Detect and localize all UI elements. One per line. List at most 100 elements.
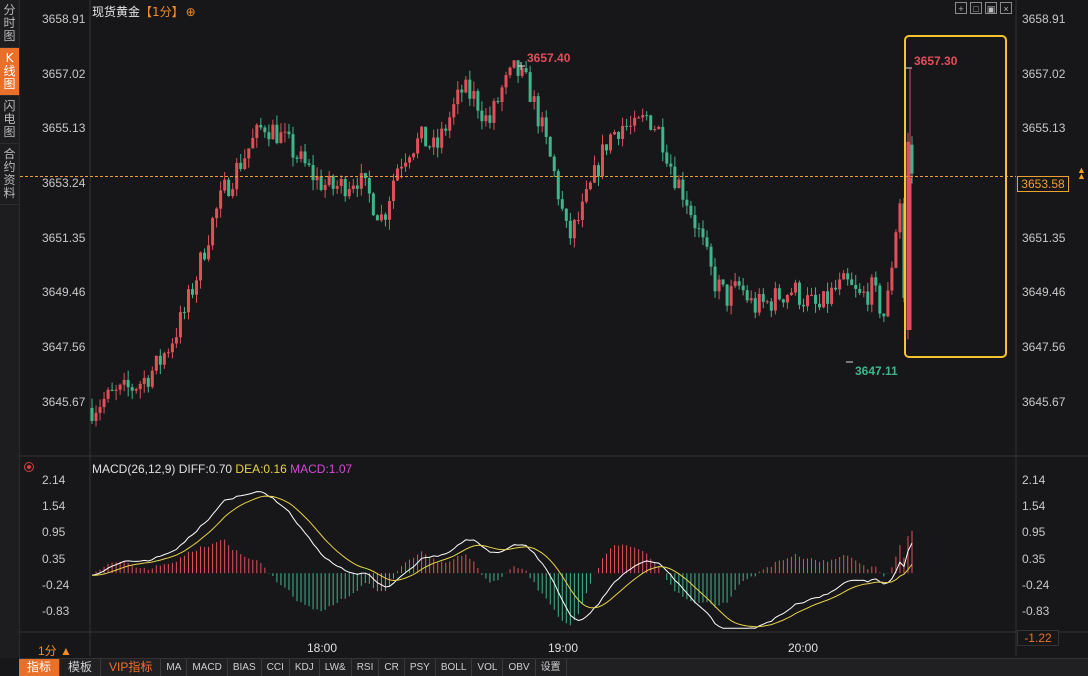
candle bbox=[894, 232, 898, 268]
candle bbox=[480, 110, 484, 122]
candle bbox=[158, 355, 162, 365]
indicator-tab-macd[interactable]: MACD bbox=[187, 659, 228, 676]
indicator-tab-boll[interactable]: BOLL bbox=[436, 659, 473, 676]
candle bbox=[697, 228, 701, 230]
indicator-tab-cr[interactable]: CR bbox=[379, 659, 405, 676]
candle bbox=[190, 289, 194, 295]
indicator-tab-bias[interactable]: BIAS bbox=[228, 659, 262, 676]
candle bbox=[838, 279, 842, 290]
indicator-tab-cci[interactable]: CCI bbox=[262, 659, 290, 676]
macd-value: MACD:1.07 bbox=[290, 462, 353, 476]
candle bbox=[170, 343, 174, 353]
candle bbox=[733, 281, 737, 287]
candle bbox=[207, 245, 211, 260]
indicator-tab-rsi[interactable]: RSI bbox=[352, 659, 380, 676]
candle bbox=[335, 185, 339, 189]
candle bbox=[673, 166, 677, 189]
high-price-label: 3657.40 bbox=[527, 51, 571, 65]
candle bbox=[444, 128, 448, 131]
candle bbox=[299, 151, 303, 159]
macd-axis-label-right: -0.24 bbox=[1022, 578, 1050, 592]
candle bbox=[307, 163, 311, 166]
candle bbox=[211, 218, 215, 246]
candle bbox=[705, 237, 709, 247]
time-axis-label: 20:00 bbox=[788, 641, 819, 655]
candle bbox=[793, 282, 797, 293]
indicator-tab-lw&[interactable]: LW& bbox=[320, 659, 352, 676]
candle bbox=[267, 132, 271, 140]
candle bbox=[588, 182, 592, 190]
candle bbox=[428, 146, 432, 148]
candle bbox=[126, 379, 130, 388]
candle bbox=[564, 208, 568, 221]
indicator-tab-vol[interactable]: VOL bbox=[472, 659, 504, 676]
macd-axis-label-right: -0.83 bbox=[1022, 604, 1050, 618]
candle bbox=[709, 246, 713, 267]
candle bbox=[287, 131, 291, 135]
candle bbox=[379, 214, 383, 221]
candle bbox=[134, 389, 138, 391]
indicator-tab-vip指标[interactable]: VIP指标 bbox=[101, 659, 162, 676]
indicator-tab-obv[interactable]: OBV bbox=[503, 659, 536, 676]
candle bbox=[440, 128, 444, 148]
indicator-tab-psy[interactable]: PSY bbox=[405, 659, 436, 676]
candle bbox=[657, 126, 661, 130]
candle bbox=[749, 298, 753, 301]
candle bbox=[452, 104, 456, 118]
candle bbox=[239, 162, 243, 169]
candle bbox=[355, 185, 359, 189]
indicator-tab-指标[interactable]: 指标 bbox=[19, 659, 61, 676]
candle bbox=[773, 288, 777, 311]
candle bbox=[713, 266, 717, 292]
candle bbox=[247, 148, 251, 159]
candle bbox=[605, 144, 609, 151]
kline-chart[interactable]: 3657.40 3647.11 3657.30 bbox=[0, 0, 1088, 675]
candle bbox=[633, 117, 637, 126]
candle bbox=[400, 166, 404, 169]
candle bbox=[653, 129, 657, 131]
candle bbox=[560, 199, 564, 209]
candle bbox=[617, 132, 621, 139]
price-axis-label-right: 3655.13 bbox=[1022, 121, 1066, 135]
candle bbox=[797, 282, 801, 305]
indicator-tab-ma[interactable]: MA bbox=[161, 659, 188, 676]
indicator-tab-kdj[interactable]: KDJ bbox=[290, 659, 320, 676]
candle bbox=[830, 287, 834, 304]
candle bbox=[319, 176, 323, 191]
candle bbox=[810, 294, 814, 296]
candle bbox=[701, 228, 705, 238]
candle bbox=[199, 252, 203, 281]
candle bbox=[580, 201, 584, 220]
candle bbox=[464, 79, 468, 93]
candle bbox=[94, 412, 98, 421]
candle bbox=[391, 180, 395, 202]
candle bbox=[271, 124, 275, 140]
indicator-settings-icon[interactable] bbox=[24, 462, 34, 472]
candle bbox=[556, 171, 560, 200]
candle bbox=[801, 304, 805, 307]
price-scroll-icon[interactable]: ▲ ▲ bbox=[1077, 166, 1086, 181]
candle bbox=[295, 157, 299, 159]
candle bbox=[166, 352, 170, 354]
indicator-tab-模板[interactable]: 模板 bbox=[60, 659, 102, 676]
price-axis-label-left: 3649.46 bbox=[42, 285, 86, 299]
indicator-tab-设置[interactable]: 设置 bbox=[536, 659, 567, 676]
candle bbox=[227, 179, 231, 196]
candle bbox=[311, 165, 315, 181]
candle bbox=[866, 291, 870, 305]
candle bbox=[805, 295, 809, 307]
candle bbox=[677, 179, 681, 189]
candle bbox=[898, 203, 902, 233]
macd-name: MACD(26,12,9) bbox=[92, 462, 176, 476]
candle bbox=[741, 285, 745, 291]
candle bbox=[215, 208, 219, 219]
current-price-label: 3653.58 bbox=[1017, 176, 1069, 192]
candle bbox=[753, 298, 757, 313]
macd-dea-line bbox=[91, 495, 913, 628]
period-selector[interactable]: 1分 ▲ bbox=[38, 642, 72, 659]
candle bbox=[600, 144, 604, 177]
candle bbox=[665, 152, 669, 164]
candle bbox=[178, 312, 182, 338]
spike-candle bbox=[908, 178, 912, 330]
candle bbox=[621, 125, 625, 139]
